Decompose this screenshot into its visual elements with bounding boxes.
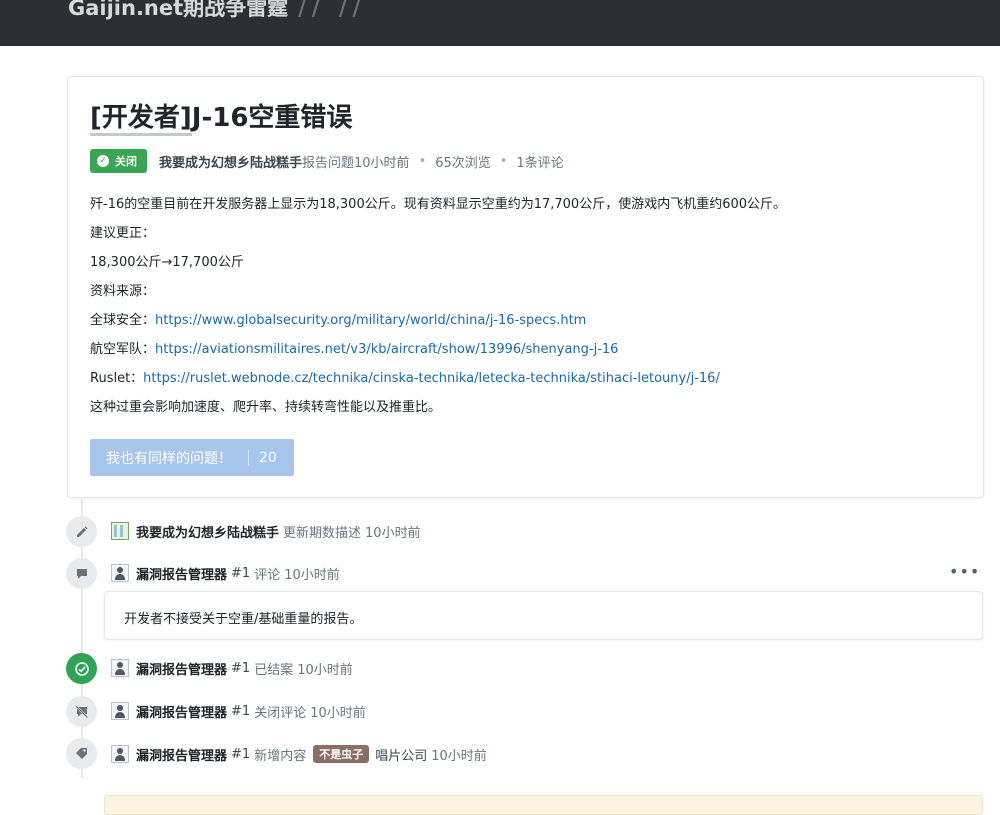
source-line: 全球安全：https://www.globalsecurity.org/mili…: [90, 311, 960, 340]
event-author-number: #1: [231, 703, 251, 719]
issue-meta: ✓ 关闭 我要成为幻想乡陆战糕手 报告问题10小时前 • 65次浏览 • 1条评…: [90, 149, 564, 173]
button-divider: [248, 449, 249, 466]
user-avatar[interactable]: [111, 659, 129, 677]
body-line: 18,300公斤→17,700公斤: [90, 255, 244, 270]
comment-icon: [66, 558, 97, 589]
check-circle-icon: ✓: [97, 155, 109, 167]
event-author-number: #1: [231, 660, 251, 676]
brand-slashes: // //: [298, 0, 367, 20]
timeline-event-comment: 漏洞报告管理器 #1 评论 10小时前: [111, 563, 340, 583]
event-time: 10小时前: [310, 705, 366, 721]
body-line: 资料来源：: [90, 284, 156, 299]
issue-author-link[interactable]: 我要成为幻想乡陆战糕手: [159, 152, 302, 171]
event-time: 10小时前: [297, 662, 353, 678]
event-time: 10小时前: [365, 525, 421, 541]
body-line: 这种过重会影响加速度、爬升率、持续转弯性能以及推重比。: [90, 400, 442, 415]
user-avatar[interactable]: [111, 522, 129, 540]
timeline-event-tag-added: 漏洞报告管理器 #1 新增内容 不是虫子 唱片公司 10小时前: [111, 744, 487, 764]
event-time: 10小时前: [431, 748, 487, 764]
event-action: 新增内容: [254, 748, 307, 764]
event-author[interactable]: 漏洞报告管理器: [136, 745, 227, 764]
timeline-event-lock-comments: 漏洞报告管理器 #1 关闭评论 10小时前: [111, 701, 366, 721]
event-author[interactable]: 漏洞报告管理器: [136, 659, 227, 678]
issue-title-prefix: [开发者]: [90, 103, 192, 136]
body-line: 建议更正：: [90, 226, 156, 241]
event-tag-text: 唱片公司: [375, 748, 428, 764]
source-label: 全球安全：: [90, 313, 156, 328]
event-action: 关闭评论: [254, 705, 307, 721]
tag-icon: [66, 738, 97, 769]
source-link-ruslet[interactable]: https://ruslet.webnode.cz/technika/cinsk…: [143, 371, 720, 386]
check-circle-icon: [66, 653, 97, 684]
event-author[interactable]: 我要成为幻想乡陆战糕手: [136, 522, 279, 541]
top-bar: Gaijin.net期战争雷霆 // //: [0, 0, 1000, 46]
issue-title-main: J-16空重错误: [191, 103, 353, 133]
timeline-event-closed: 漏洞报告管理器 #1 已结案 10小时前: [111, 658, 353, 678]
source-line: 航空军队：https://aviationsmilitaires.net/v3/…: [90, 340, 960, 369]
meta-separator: •: [418, 153, 427, 169]
pencil-icon: [66, 516, 97, 547]
more-options-icon[interactable]: •••: [949, 564, 979, 580]
same-issue-count: 20: [259, 449, 277, 466]
source-label: 航空军队：: [90, 342, 156, 357]
site-brand[interactable]: Gaijin.net期战争雷霆 // //: [68, 0, 366, 22]
timeline-event-update: 我要成为幻想乡陆战糕手 更新期数描述 10小时前: [111, 521, 421, 541]
comment-count[interactable]: 1条评论: [516, 152, 563, 171]
reported-time: 报告问题10小时前: [302, 155, 410, 171]
user-avatar[interactable]: [111, 702, 129, 720]
status-label: 关闭: [115, 155, 137, 168]
source-line: Ruslet：https://ruslet.webnode.cz/technik…: [90, 369, 960, 398]
event-author-number: #1: [231, 565, 251, 581]
event-time: 10小时前: [284, 567, 340, 583]
source-label: Ruslet：: [90, 371, 144, 386]
event-author-number: #1: [231, 746, 251, 762]
user-avatar[interactable]: [111, 745, 129, 763]
view-count: 65次浏览: [435, 155, 491, 171]
user-avatar[interactable]: [111, 564, 129, 582]
tag-not-a-bug[interactable]: 不是虫子: [313, 745, 370, 763]
meta-separator: •: [499, 153, 508, 169]
body-line: 歼-16的空重目前在开发服务器上显示为18,300公斤。现有资料显示空重约为17…: [90, 197, 787, 212]
issue-title: [开发者]J-16空重错误: [90, 97, 353, 136]
issue-card: [开发者]J-16空重错误 ✓ 关闭 我要成为幻想乡陆战糕手 报告问题10小时前…: [67, 76, 984, 498]
issue-body: 歼-16的空重目前在开发服务器上显示为18,300公斤。现有资料显示空重约为17…: [90, 195, 960, 427]
same-issue-button[interactable]: 我也有同样的问题！ 20: [90, 439, 294, 476]
notice-banner: [104, 795, 983, 815]
source-link-globalsecurity[interactable]: https://www.globalsecurity.org/military/…: [155, 313, 586, 328]
comment-body: 开发者不接受关于空重/基础重量的报告。: [104, 591, 983, 640]
event-action: 评论: [254, 567, 281, 583]
comments-disabled-icon: [66, 696, 97, 727]
event-action: 已结案: [254, 662, 294, 678]
source-link-aviationsmilitaires[interactable]: https://aviationsmilitaires.net/v3/kb/ai…: [155, 342, 618, 357]
event-author[interactable]: 漏洞报告管理器: [136, 702, 227, 721]
same-issue-label: 我也有同样的问题！: [106, 450, 232, 467]
brand-title: Gaijin.net期战争雷霆: [68, 0, 289, 20]
event-action: 更新期数描述: [283, 525, 362, 541]
status-badge: ✓ 关闭: [90, 149, 147, 173]
event-author[interactable]: 漏洞报告管理器: [136, 564, 227, 583]
